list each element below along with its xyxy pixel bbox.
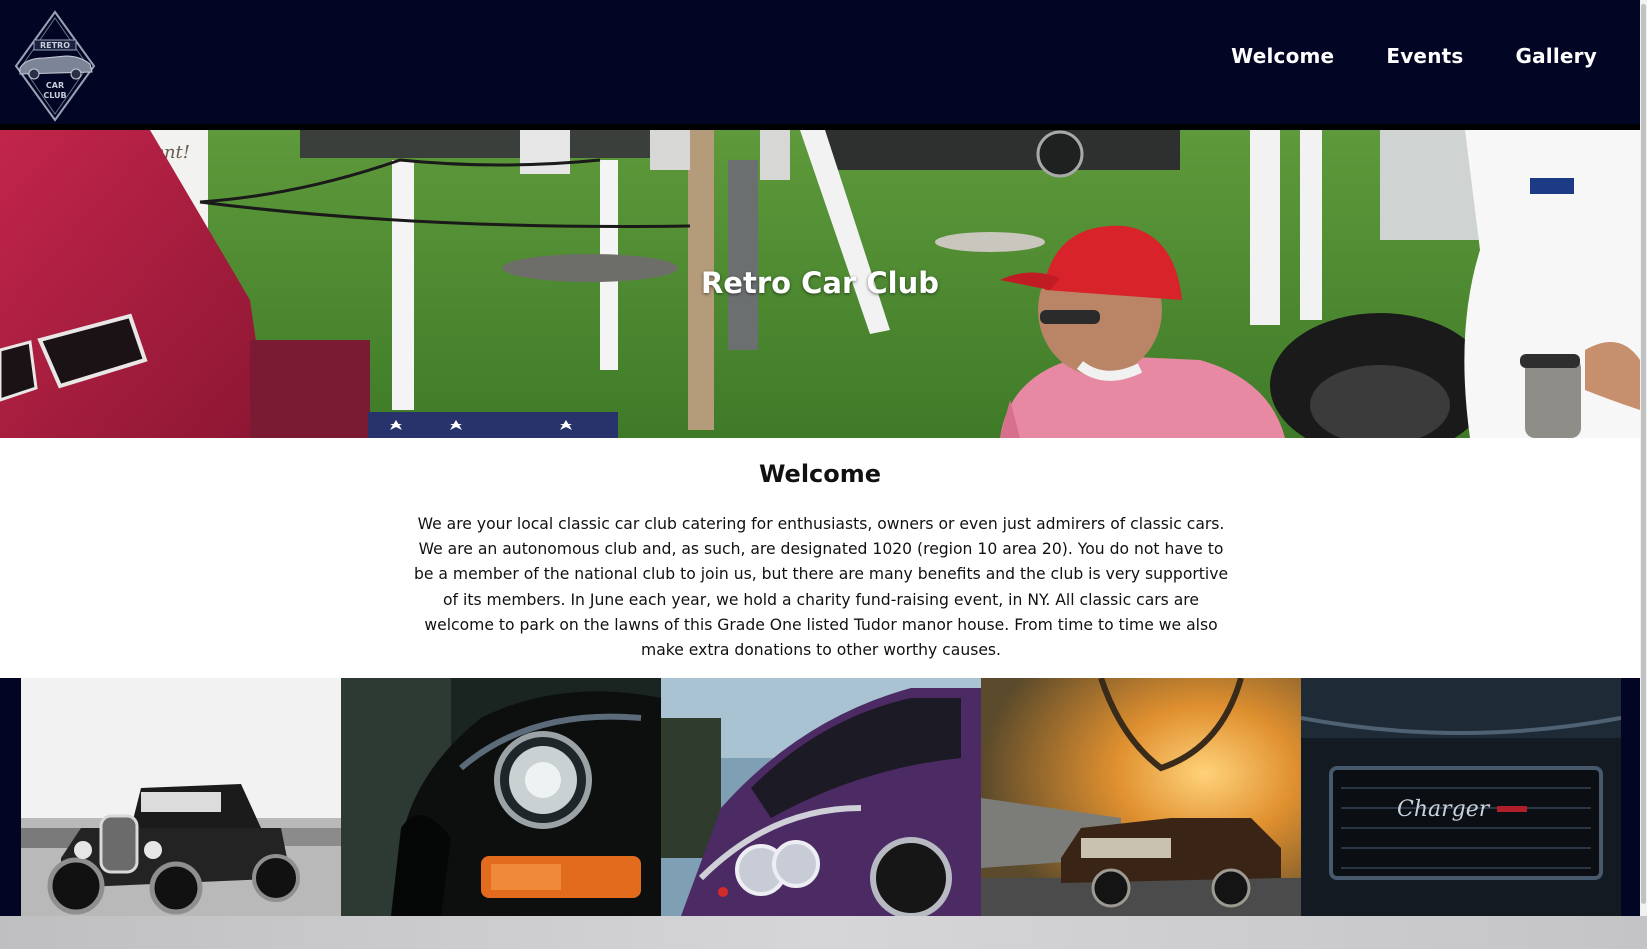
- site-header: RETRO CAR CLUB Welcome Events Gallery: [0, 0, 1647, 130]
- hero-title: Retro Car Club: [700, 266, 940, 300]
- gallery-image-hot-rod[interactable]: [21, 678, 341, 916]
- scrollbar-thumb[interactable]: [1641, 4, 1646, 904]
- gallery-image-porsche[interactable]: [341, 678, 661, 916]
- logo-text-retro: RETRO: [40, 41, 70, 50]
- gallery-image-purple-car[interactable]: [661, 678, 981, 916]
- logo-text-club: CLUB: [43, 91, 66, 100]
- gallery-strip: Charger: [0, 678, 1640, 916]
- hot-rod-photo: [21, 678, 341, 916]
- welcome-body: We are your local classic car club cater…: [413, 515, 1229, 660]
- nav-events[interactable]: Events: [1386, 44, 1463, 68]
- retro-car-club-logo[interactable]: RETRO CAR CLUB: [14, 10, 96, 122]
- sunset-car-photo: [981, 678, 1301, 916]
- gallery-image-sunset-car[interactable]: [981, 678, 1301, 916]
- charger-badge: Charger: [1397, 797, 1491, 822]
- nav-gallery[interactable]: Gallery: [1516, 44, 1598, 68]
- welcome-section: Welcome We are your local classic car cl…: [0, 438, 1640, 678]
- gallery-image-charger[interactable]: Charger: [1301, 678, 1621, 916]
- porsche-photo: [341, 678, 661, 916]
- logo-text-car: CAR: [46, 81, 64, 90]
- welcome-heading: Welcome: [758, 460, 882, 488]
- nav-welcome[interactable]: Welcome: [1231, 44, 1334, 68]
- page: RETRO CAR CLUB Welcome Events Gallery Re…: [0, 0, 1647, 949]
- browser-bottom-strip: [0, 916, 1647, 949]
- charger-photo: Charger: [1301, 678, 1621, 916]
- purple-car-photo: [661, 678, 981, 916]
- main-nav: Welcome Events Gallery: [1231, 44, 1597, 68]
- hero-banner: Event!: [0, 130, 1640, 438]
